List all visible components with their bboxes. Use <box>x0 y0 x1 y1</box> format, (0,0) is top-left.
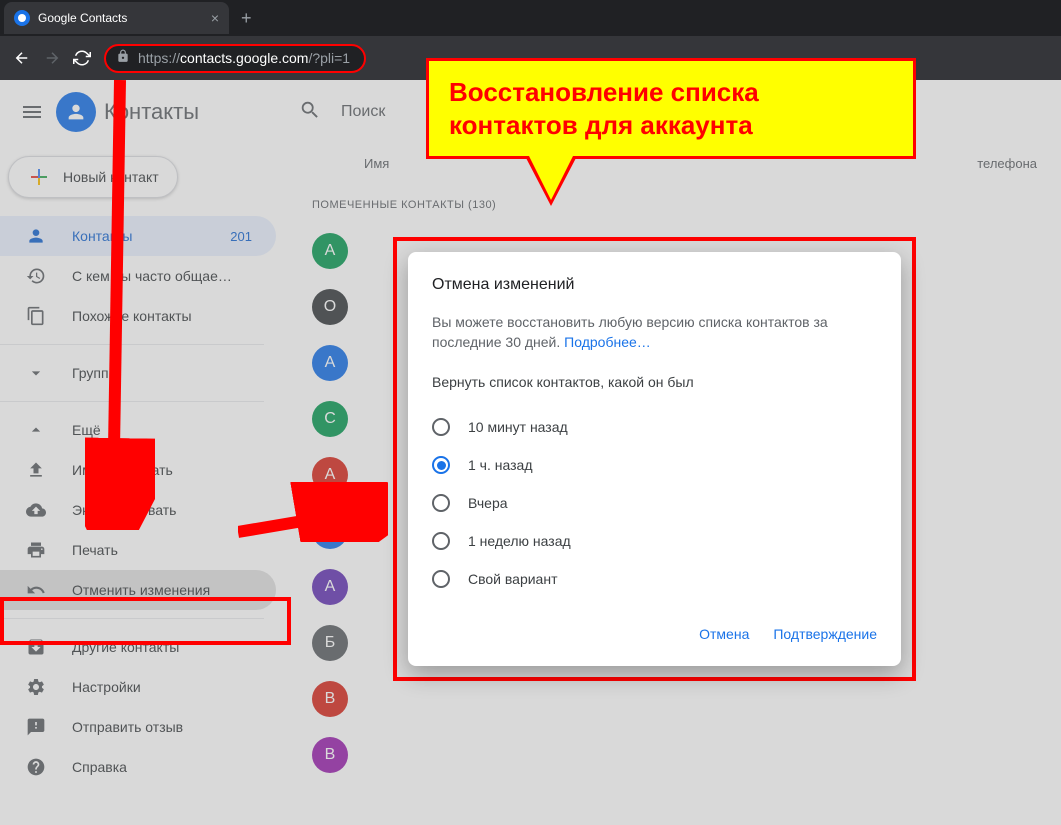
radio-option[interactable]: 10 минут назад <box>432 408 877 446</box>
dialog-description: Вы можете восстановить любую версию спис… <box>432 312 877 352</box>
close-tab-icon[interactable]: × <box>211 10 219 26</box>
dialog-subtitle: Вернуть список контактов, какой он был <box>432 374 877 390</box>
annotation-arrow-2 <box>238 482 388 542</box>
browser-tabs: Google Contacts × + <box>0 0 1061 36</box>
radio-icon <box>432 532 450 550</box>
new-tab-button[interactable]: + <box>241 8 252 29</box>
radio-label: 10 минут назад <box>468 419 568 435</box>
dialog-title: Отмена изменений <box>432 276 877 294</box>
radio-label: Свой вариант <box>468 571 558 587</box>
learn-more-link[interactable]: Подробнее… <box>564 334 651 350</box>
radio-icon <box>432 570 450 588</box>
dialog-actions: Отмена Подтверждение <box>432 626 877 642</box>
radio-option[interactable]: 1 ч. назад <box>432 446 877 484</box>
radio-option[interactable]: 1 неделю назад <box>432 522 877 560</box>
callout-text: Восстановление списка контактов для акка… <box>449 76 893 141</box>
radio-label: 1 неделю назад <box>468 533 571 549</box>
annotation-callout: Восстановление списка контактов для акка… <box>426 58 916 159</box>
undo-dialog: Отмена изменений Вы можете восстановить … <box>408 252 901 666</box>
restore-options: 10 минут назад 1 ч. назад Вчера 1 неделю на… <box>432 408 877 598</box>
confirm-button[interactable]: Подтверждение <box>773 626 877 642</box>
annotation-highlight <box>0 597 291 645</box>
radio-icon <box>432 418 450 436</box>
lock-icon <box>116 49 130 68</box>
tab-title: Google Contacts <box>38 11 203 25</box>
forward-button[interactable] <box>38 44 66 72</box>
dialog-highlight: Отмена изменений Вы можете восстановить … <box>393 237 916 681</box>
radio-label: 1 ч. назад <box>468 457 532 473</box>
radio-option[interactable]: Свой вариант <box>432 560 877 598</box>
radio-option[interactable]: Вчера <box>432 484 877 522</box>
radio-icon <box>432 456 450 474</box>
cancel-button[interactable]: Отмена <box>699 626 749 642</box>
radio-label: Вчера <box>468 495 508 511</box>
annotation-arrow-1 <box>85 80 155 530</box>
address-bar[interactable]: https://contacts.google.com/?pli=1 <box>104 44 366 73</box>
reload-button[interactable] <box>68 44 96 72</box>
back-button[interactable] <box>8 44 36 72</box>
browser-tab[interactable]: Google Contacts × <box>4 2 229 34</box>
url: https://contacts.google.com/?pli=1 <box>138 50 350 66</box>
favicon <box>14 10 30 26</box>
radio-icon <box>432 494 450 512</box>
